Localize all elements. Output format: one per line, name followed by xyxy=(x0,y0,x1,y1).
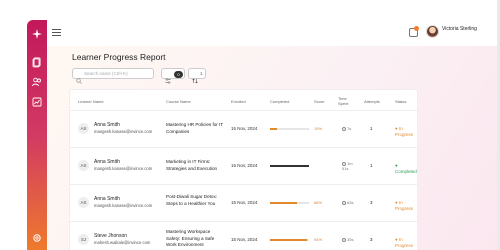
status-text: In Progress xyxy=(395,200,414,211)
table-row[interactable]: AS Anna Smith mangesh.kanase@invince.com… xyxy=(70,147,419,184)
time-value: 63s xyxy=(347,200,354,205)
learner-initials: SJ xyxy=(78,234,89,245)
learner-name: Anna Smith xyxy=(94,159,120,165)
learner-email: mangesh.kanase@invince.com xyxy=(94,166,153,171)
learner-initials: AS xyxy=(78,160,89,171)
sparkle-icon[interactable] xyxy=(31,28,43,40)
progress-fill xyxy=(270,202,297,204)
settings-icon[interactable] xyxy=(31,232,43,244)
filter-button[interactable]: 0 xyxy=(161,68,185,84)
status-text: In Progress xyxy=(395,126,414,137)
status-badge: ● In Progress xyxy=(395,200,414,211)
column-header[interactable]: Course Name xyxy=(166,99,191,104)
learner-table: Learner Name Course Name Enrolled Comple… xyxy=(69,89,419,250)
attempts: 1 xyxy=(370,163,373,168)
sort-count: 1 xyxy=(200,71,203,76)
notification-dot xyxy=(414,26,419,31)
search-input[interactable]: Search name (Ctrl+K) xyxy=(72,68,154,84)
column-header[interactable]: Status xyxy=(395,99,406,104)
topbar: Victoria Sterling xyxy=(47,20,497,46)
attempts: 3 xyxy=(370,200,373,205)
time-spent: 63s xyxy=(342,200,353,205)
table-row[interactable]: AS Anna Smith mangesh.kanase@invince.com… xyxy=(70,184,419,221)
clock-icon xyxy=(342,200,346,205)
sort-button[interactable]: 1 xyxy=(188,68,206,84)
time-value: 7s xyxy=(347,126,352,131)
course-name[interactable]: Post-Diwali Sugar Detox: Steps to a Heal… xyxy=(166,194,224,207)
clock-icon xyxy=(342,126,346,131)
column-header[interactable]: Time Spent xyxy=(338,96,354,106)
enrolled-date: 15 Nov, 2024 xyxy=(231,237,258,242)
search-icon xyxy=(76,71,82,84)
enrolled-date: 15 Nov, 2024 xyxy=(231,200,258,205)
progress-bar xyxy=(270,165,309,167)
progress-bar xyxy=(270,239,309,241)
status-text: In Progress xyxy=(395,237,414,248)
learner-email: mahesh.waikale@invince.com xyxy=(94,240,151,245)
main-content: Learner Progress Report Search name (Ctr… xyxy=(47,46,500,250)
document-icon[interactable] xyxy=(31,56,43,68)
progress-bar xyxy=(270,202,309,204)
progress-fill xyxy=(270,128,278,130)
menu-icon[interactable] xyxy=(52,29,61,36)
progress-fill xyxy=(270,165,309,167)
attempts: 1 xyxy=(370,126,373,131)
app-window: Victoria Sterling Learner Progress Repor… xyxy=(0,0,500,250)
course-name[interactable]: Mastering Workspace Safety: Ensuring a S… xyxy=(166,229,224,249)
sort-icon xyxy=(192,71,198,84)
progress-fill xyxy=(270,239,307,241)
progress-label: 94% xyxy=(314,237,323,242)
attempts: 3 xyxy=(370,237,373,242)
filter-icon xyxy=(165,71,171,84)
enrolled-date: 15 Nov, 2024 xyxy=(231,126,258,131)
page-title: Learner Progress Report xyxy=(72,52,166,62)
learner-name: Anna Smith xyxy=(94,122,120,128)
search-placeholder: Search name (Ctrl+K) xyxy=(84,71,128,76)
learner-initials: AS xyxy=(78,123,89,134)
learner-email: mangesh.kanase@invince.com xyxy=(94,129,153,134)
status-badge: ● In Progress xyxy=(395,237,414,248)
chart-icon[interactable] xyxy=(31,96,43,108)
course-name[interactable]: Mastering HR Policies for IT Companies xyxy=(166,122,224,135)
time-spent: 1m 51s xyxy=(342,161,360,171)
column-header[interactable]: Attempts xyxy=(364,99,380,104)
learner-name: Anna Smith xyxy=(94,196,120,202)
course-name[interactable]: Marketing in IT Firms: Strategies and Ex… xyxy=(166,159,224,172)
users-icon[interactable] xyxy=(31,76,43,88)
column-header[interactable]: Completed xyxy=(270,99,289,104)
learner-email: mangesh.kanase@invince.com xyxy=(94,203,153,208)
enrolled-date: 15 Nov, 2024 xyxy=(231,163,258,168)
avatar[interactable] xyxy=(426,25,439,38)
status-text: Completed xyxy=(395,169,417,174)
learner-initials: AS xyxy=(78,197,89,208)
column-header[interactable]: Enrolled xyxy=(231,99,246,104)
table-row[interactable]: SJ Steve Jhonson mahesh.waikale@invince.… xyxy=(70,221,419,250)
time-spent: 7s xyxy=(342,126,351,131)
time-spent: 35s xyxy=(342,237,353,242)
clock-icon xyxy=(342,237,346,242)
user-name[interactable]: Victoria Sterling xyxy=(442,26,482,32)
status-badge: ● Completed xyxy=(395,163,417,174)
sidebar xyxy=(27,20,47,250)
progress-label: 19% xyxy=(314,126,323,131)
learner-name: Steve Jhonson xyxy=(94,233,128,239)
time-value: 35s xyxy=(347,237,354,242)
progress-bar xyxy=(270,128,309,130)
progress-label: 68% xyxy=(314,200,323,205)
filter-count-badge: 0 xyxy=(174,70,183,78)
status-badge: ● In Progress xyxy=(395,126,414,137)
table-row[interactable]: AS Anna Smith mangesh.kanase@invince.com… xyxy=(70,110,419,147)
column-header[interactable]: Learner Name xyxy=(78,99,104,104)
column-header[interactable]: Score xyxy=(314,99,324,104)
